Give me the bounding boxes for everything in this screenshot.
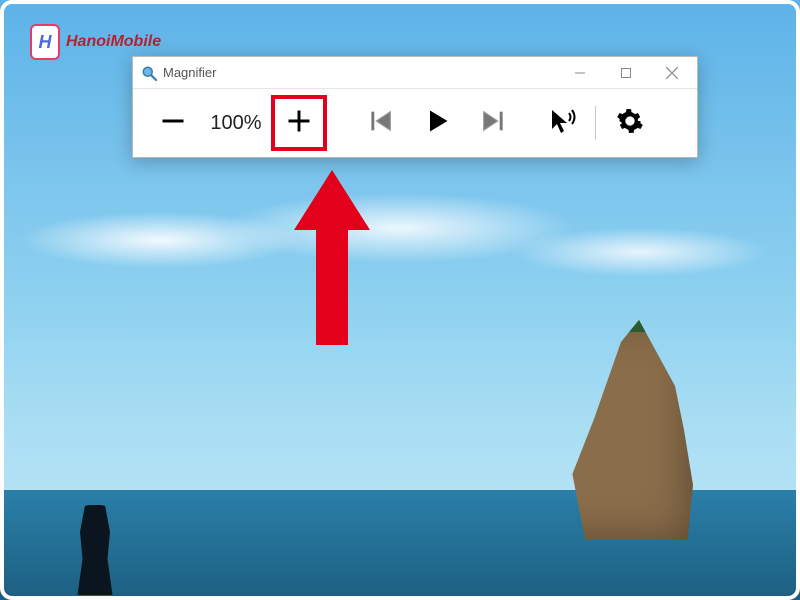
- toolbar-divider: [595, 106, 596, 140]
- maximize-button[interactable]: [603, 58, 649, 88]
- skip-forward-icon: [479, 107, 507, 140]
- cursor-sound-icon: [549, 107, 577, 140]
- skip-back-icon: [367, 107, 395, 140]
- play-button[interactable]: [409, 95, 465, 151]
- watermark-icon: H: [30, 24, 60, 60]
- next-sentence-button[interactable]: [465, 95, 521, 151]
- plus-icon: [285, 107, 313, 140]
- magnifier-app-icon: [141, 65, 157, 81]
- magnifier-window: Magnifier 100%: [132, 56, 698, 158]
- settings-button[interactable]: [602, 95, 658, 151]
- window-controls: [557, 58, 695, 88]
- minimize-button[interactable]: [557, 58, 603, 88]
- zoom-out-button[interactable]: [145, 95, 201, 151]
- gear-icon: [616, 107, 644, 140]
- minus-icon: [159, 107, 187, 140]
- annotation-arrow: [292, 170, 372, 355]
- watermark-logo: H HanoiMobile: [30, 24, 161, 60]
- zoom-in-button[interactable]: [271, 95, 327, 151]
- window-title: Magnifier: [163, 65, 216, 80]
- read-from-here-button[interactable]: [535, 95, 591, 151]
- watermark-text: HanoiMobile: [66, 33, 161, 51]
- play-icon: [423, 107, 451, 140]
- magnifier-toolbar: 100%: [133, 89, 697, 157]
- wallpaper-clouds: [0, 180, 800, 300]
- zoom-level-display: 100%: [201, 112, 271, 135]
- close-button[interactable]: [649, 58, 695, 88]
- titlebar[interactable]: Magnifier: [133, 57, 697, 89]
- previous-sentence-button[interactable]: [353, 95, 409, 151]
